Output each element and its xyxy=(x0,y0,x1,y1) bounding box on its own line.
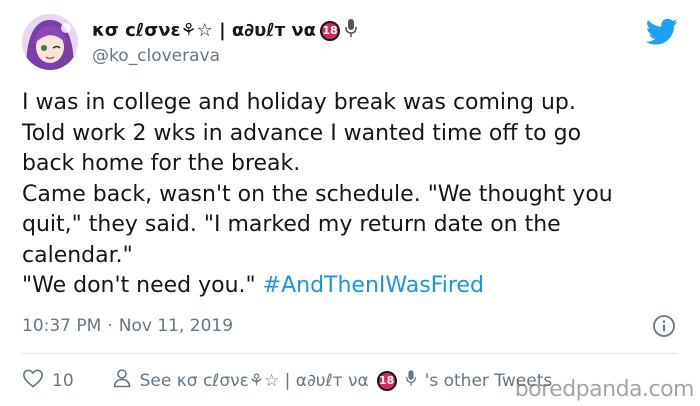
microphone-icon xyxy=(344,18,358,43)
tweet-text: I was in college and holiday break was c… xyxy=(22,88,682,302)
info-icon[interactable] xyxy=(652,314,676,338)
tweet-timestamp[interactable]: 10:37 PM · Nov 11, 2019 xyxy=(22,316,233,336)
timestamp-separator: · xyxy=(107,316,113,336)
tweet-time: 10:37 PM xyxy=(22,316,102,336)
age-badge: 18 xyxy=(376,370,397,391)
see-other-tweets-prefix: See κσ cℓσνε⚘☆ | α∂υℓт να xyxy=(139,370,369,391)
watermark: boredpanda.com xyxy=(514,377,695,402)
user-handle[interactable]: @ko_cloverava xyxy=(92,46,220,66)
twitter-bird-icon[interactable] xyxy=(645,18,678,46)
tweet-line: back home for the break. xyxy=(22,151,301,176)
heart-icon xyxy=(22,368,44,393)
see-other-tweets-link[interactable]: See κσ cℓσνε⚘☆ | α∂υℓт να 18 's other Tw… xyxy=(112,368,552,393)
tweet-line-last: "We don't need you." #AndThenIWasFired xyxy=(22,271,682,302)
tweet-line: Told work 2 wks in advance I wanted time… xyxy=(22,120,582,146)
hashtag-link[interactable]: #AndThenIWasFired xyxy=(263,273,484,298)
avatar[interactable] xyxy=(22,14,78,70)
display-name-text: κσ cℓσνε⚘☆ | α∂υℓт να xyxy=(92,20,317,41)
like-count: 10 xyxy=(52,370,74,391)
tweet-actions: 10 See κσ cℓσνε⚘☆ | α∂υℓт να 18 's other… xyxy=(22,368,552,393)
tweet-line: Came back, wasn't on the schedule. "We t… xyxy=(22,181,613,207)
display-name[interactable]: κσ cℓσνε⚘☆ | α∂υℓт να 18 xyxy=(92,18,358,43)
age-badge: 18 xyxy=(320,20,341,41)
like-button[interactable]: 10 xyxy=(22,368,74,393)
microphone-icon xyxy=(405,369,417,392)
tweet-card: κσ cℓσνε⚘☆ | α∂υℓт να 18 @ko_cloverava I… xyxy=(0,0,700,406)
tweet-line: calendar." xyxy=(22,242,133,268)
tweet-line: I was in college and holiday break was c… xyxy=(22,90,576,115)
divider xyxy=(22,353,678,354)
person-icon xyxy=(112,368,132,393)
tweet-line: "We don't need you." xyxy=(22,273,263,298)
tweet-date: Nov 11, 2019 xyxy=(118,316,234,336)
tweet-line: quit," they said. "I marked my return da… xyxy=(22,212,561,237)
